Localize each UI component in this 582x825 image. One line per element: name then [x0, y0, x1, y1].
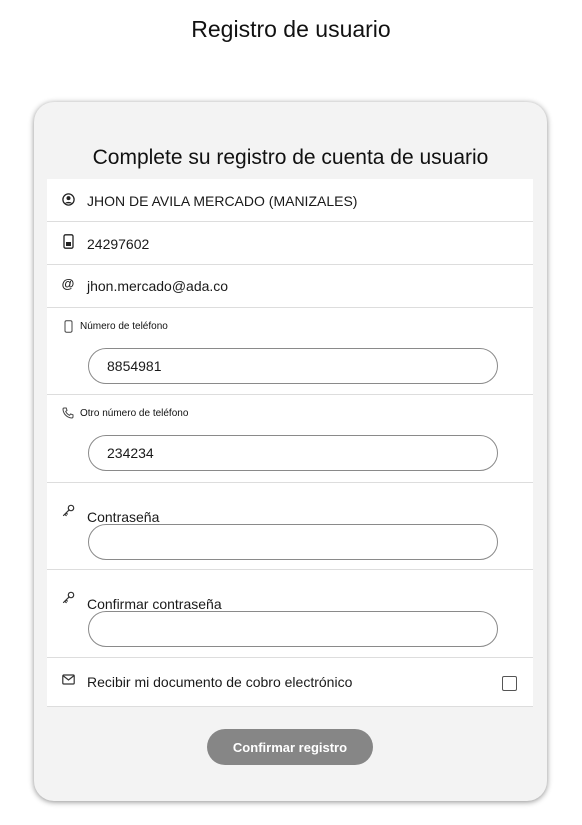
key-icon — [61, 503, 75, 517]
page-title: Registro de usuario — [191, 16, 391, 42]
electronic-billing-row: Recibir mi documento de cobro electrónic… — [47, 658, 533, 707]
key-icon — [61, 590, 75, 604]
phone-input[interactable] — [88, 348, 498, 384]
card-title: Complete su registro de cuenta de usuari… — [92, 146, 489, 169]
user-email-row: @ jhon.mercado@ada.co — [47, 265, 533, 308]
phone-label: Número de teléfono — [80, 321, 168, 332]
confirm-password-row: Confirmar contraseña — [47, 570, 533, 658]
user-document-row: 24297602 — [47, 222, 533, 265]
registration-card: Complete su registro de cuenta de usuari… — [34, 102, 547, 801]
user-name-row: JHON DE AVILA MERCADO (MANIZALES) — [47, 179, 533, 222]
user-circle-icon — [61, 192, 75, 206]
phone-icon — [61, 406, 75, 420]
password-label: Contraseña — [87, 509, 160, 525]
other-phone-label: Otro número de teléfono — [80, 408, 189, 419]
user-document: 24297602 — [87, 236, 150, 252]
confirm-registration-button[interactable]: Confirmar registro — [207, 729, 373, 765]
registration-form: JHON DE AVILA MERCADO (MANIZALES) 242976… — [47, 179, 533, 707]
envelope-icon — [61, 672, 75, 686]
password-row: Contraseña — [47, 483, 533, 570]
electronic-billing-checkbox[interactable] — [502, 676, 517, 691]
id-card-icon — [61, 233, 75, 249]
at-sign-icon: @ — [61, 275, 75, 291]
phone-row: Número de teléfono — [47, 308, 533, 395]
user-name: JHON DE AVILA MERCADO (MANIZALES) — [87, 193, 358, 209]
confirm-password-label: Confirmar contraseña — [87, 596, 222, 612]
other-phone-input[interactable] — [88, 435, 498, 471]
user-email: jhon.mercado@ada.co — [87, 278, 229, 294]
electronic-billing-label: Recibir mi documento de cobro electrónic… — [87, 674, 353, 690]
mobile-phone-icon — [61, 319, 75, 333]
confirm-password-input[interactable] — [88, 611, 498, 647]
password-input[interactable] — [88, 524, 498, 560]
other-phone-row: Otro número de teléfono — [47, 395, 533, 483]
